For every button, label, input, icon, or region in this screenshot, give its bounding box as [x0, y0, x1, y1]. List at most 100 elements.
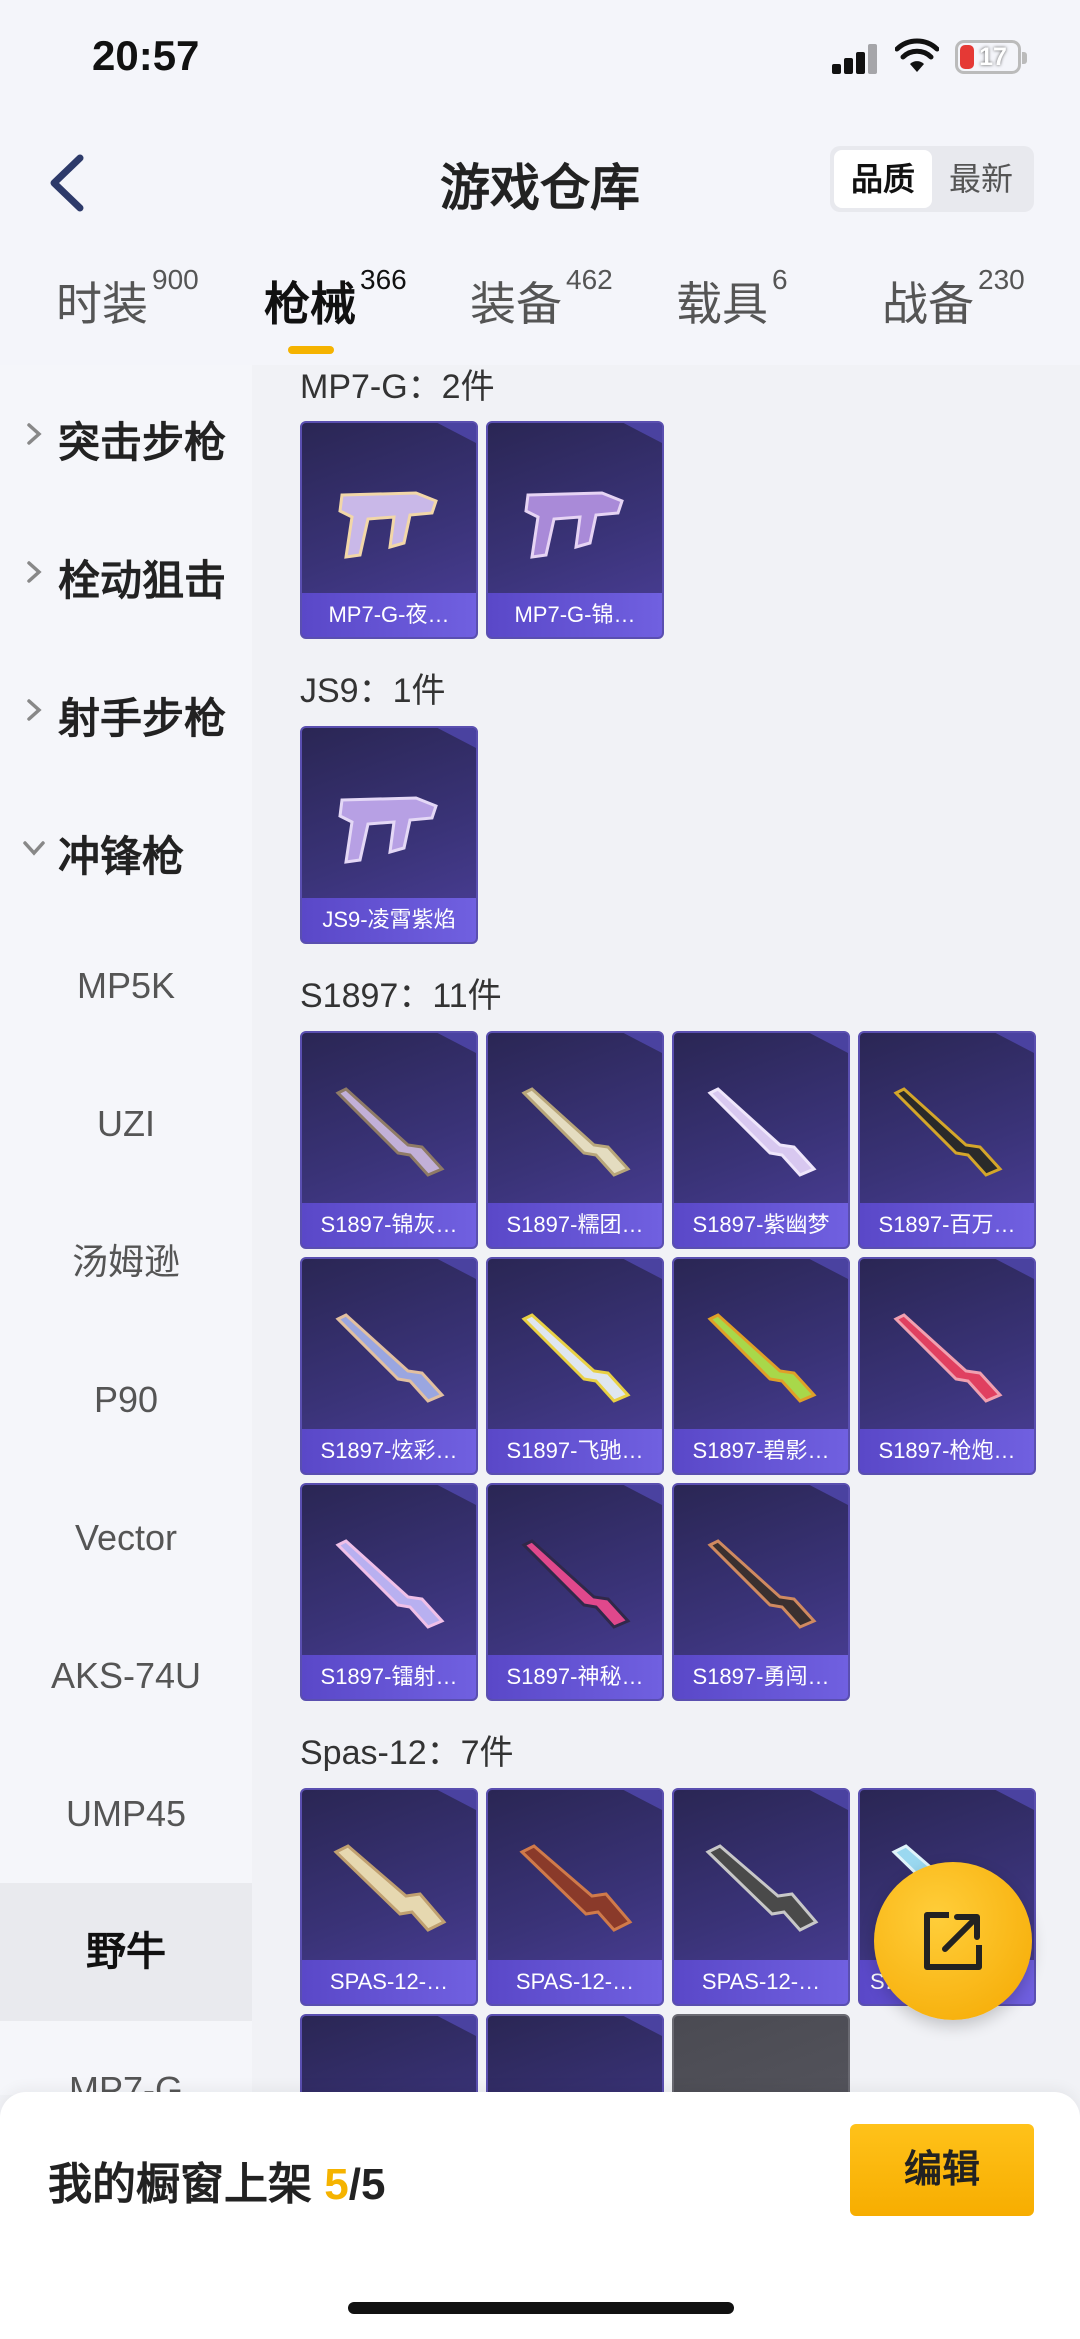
item-name: SPAS-12-… — [515, 1969, 635, 1994]
header: 游戏仓库 品质 最新 时装 900 枪械 366 装备 462 载具 6 战备 230 — [0, 120, 1080, 365]
sidebar-category-marksman-rifle[interactable]: 射手步枪 — [0, 641, 252, 779]
shotgun-icon — [333, 1844, 447, 1932]
status-bar: 20:57 17 — [0, 0, 1080, 120]
smg-icon — [338, 491, 438, 559]
chevron-right-icon — [27, 423, 42, 445]
sidebar-category-assault-rifle[interactable]: 突击步枪 — [0, 365, 252, 503]
share-button[interactable] — [874, 1862, 1032, 2020]
item-card[interactable]: S1897-百万… — [858, 1031, 1036, 1249]
item-card[interactable]: S1897-炫彩… — [300, 1257, 478, 1475]
sidebar-category-smg[interactable]: 冲锋枪 — [0, 779, 252, 917]
item-name: S1897-镭射… — [320, 1664, 458, 1689]
sidebar-item-vector[interactable]: Vector — [0, 1469, 252, 1607]
item-card[interactable]: JS9-凌霄紫焰 — [300, 726, 478, 944]
item-card[interactable]: SPAS-12-… — [300, 1788, 478, 2006]
sidebar-item-mp5k[interactable]: MP5K — [0, 917, 252, 1055]
status-time: 20:57 — [92, 32, 200, 79]
showcase-status: 我的橱窗上架 5/5 — [48, 2148, 385, 2212]
item-card[interactable]: S1897-锦灰… — [300, 1031, 478, 1249]
item-card[interactable]: S1897-枪炮… — [858, 1257, 1036, 1475]
item-card[interactable]: S1897-糯团… — [486, 1031, 664, 1249]
tab-count: 900 — [152, 264, 199, 295]
item-card[interactable] — [300, 2014, 478, 2095]
tab-supplies[interactable]: 战备 230 — [882, 264, 1025, 348]
item-card[interactable]: S1897-紫幽梦 — [672, 1031, 850, 1249]
shotgun-icon — [707, 1087, 817, 1177]
item-card[interactable] — [486, 2014, 664, 2095]
tab-label: 战备 — [882, 278, 974, 330]
tab-count: 462 — [566, 264, 613, 295]
item-name: SPAS-12-… — [701, 1969, 821, 1994]
item-card[interactable]: S1897-飞驰… — [486, 1257, 664, 1475]
tab-firearms[interactable]: 枪械 366 — [264, 264, 407, 348]
sidebar-item-uzi[interactable]: UZI — [0, 1055, 252, 1193]
tab-vehicles[interactable]: 载具 6 — [676, 264, 788, 348]
bottom-bar: 我的橱窗上架 5/5 编辑 — [0, 2092, 1080, 2339]
home-indicator — [348, 2302, 734, 2314]
item-name: S1897-神秘… — [506, 1664, 644, 1689]
tab-equipment[interactable]: 装备 462 — [470, 264, 613, 348]
showcase-total: /5 — [348, 2160, 386, 2209]
sidebar-item-bizon[interactable]: 野牛 — [0, 1883, 252, 2021]
tab-label: 载具 — [676, 278, 768, 330]
item-card[interactable]: S1897-镭射… — [300, 1483, 478, 1701]
item-name: S1897-枪炮… — [878, 1438, 1016, 1463]
shotgun-icon — [705, 1844, 819, 1932]
tab-count: 6 — [772, 264, 788, 295]
item-card[interactable]: MP7-G-锦… — [486, 421, 664, 639]
group-title-s1897: S1897：11件 — [300, 977, 502, 1015]
tab-count: 366 — [360, 264, 407, 295]
item-card[interactable]: S1897-碧影… — [672, 1257, 850, 1475]
sort-toggle: 品质 最新 — [830, 146, 1034, 212]
item-card[interactable] — [672, 2014, 850, 2095]
item-name: MP7-G-夜… — [328, 602, 450, 627]
shotgun-icon — [707, 1313, 817, 1403]
item-name: SPAS-12-… — [329, 1969, 449, 1994]
sidebar-item-ump45[interactable]: UMP45 — [0, 1745, 252, 1883]
signal-icon — [832, 44, 878, 74]
sort-newest-button[interactable]: 最新 — [932, 150, 1030, 208]
active-tab-indicator — [288, 346, 334, 354]
tab-label: 枪械 — [264, 278, 356, 330]
shotgun-icon — [893, 1313, 1003, 1403]
sort-quality-button[interactable]: 品质 — [834, 150, 932, 208]
shotgun-icon — [521, 1087, 631, 1177]
tab-fashion[interactable]: 时装 900 — [56, 264, 199, 348]
shotgun-icon — [335, 1087, 445, 1177]
sidebar-category-label: 栓动狙击 — [58, 557, 227, 604]
chevron-right-icon — [27, 561, 42, 583]
item-name: S1897-碧影… — [692, 1438, 830, 1463]
item-card[interactable]: SPAS-12-… — [672, 1788, 850, 2006]
sidebar-item-aks74u[interactable]: AKS-74U — [0, 1607, 252, 1745]
shotgun-icon — [335, 1539, 445, 1629]
sidebar-category-bolt-sniper[interactable]: 栓动狙击 — [0, 503, 252, 641]
group-title-js9: JS9：1件 — [300, 672, 446, 710]
sidebar-item-thompson[interactable]: 汤姆逊 — [0, 1193, 252, 1331]
weapon-list: MP7-G：2件 MP7-G-夜… MP7-G-锦… JS9：1件 JS9-凌霄… — [252, 365, 1080, 2095]
shotgun-icon — [335, 1313, 445, 1403]
item-card[interactable]: MP7-G-夜… — [300, 421, 478, 639]
sidebar-item-mp7g[interactable]: MP7-G — [0, 2021, 252, 2095]
sidebar-category-label: 冲锋枪 — [58, 833, 185, 880]
smg-icon — [524, 491, 624, 559]
item-name: S1897-勇闯… — [692, 1664, 830, 1689]
edit-button[interactable]: 编辑 — [850, 2124, 1034, 2216]
sidebar-item-p90[interactable]: P90 — [0, 1331, 252, 1469]
item-name: S1897-糯团… — [506, 1212, 644, 1237]
showcase-current-count: 5 — [324, 2160, 349, 2209]
wifi-icon — [895, 38, 939, 72]
showcase-label: 我的橱窗上架 — [48, 2160, 325, 2209]
item-name: S1897-百万… — [878, 1212, 1016, 1237]
chevron-right-icon — [27, 699, 42, 721]
item-card[interactable]: S1897-神秘… — [486, 1483, 664, 1701]
item-name: JS9-凌霄紫焰 — [322, 907, 456, 932]
item-name: S1897-炫彩… — [320, 1438, 458, 1463]
battery-icon: 17 — [955, 40, 1027, 74]
item-card[interactable]: S1897-勇闯… — [672, 1483, 850, 1701]
item-card[interactable]: SPAS-12-… — [486, 1788, 664, 2006]
tab-label: 装备 — [470, 278, 562, 330]
smg-icon — [338, 796, 438, 864]
shotgun-icon — [707, 1539, 817, 1629]
group-title-spas12: Spas-12：7件 — [300, 1734, 514, 1772]
tab-count: 230 — [978, 264, 1025, 295]
